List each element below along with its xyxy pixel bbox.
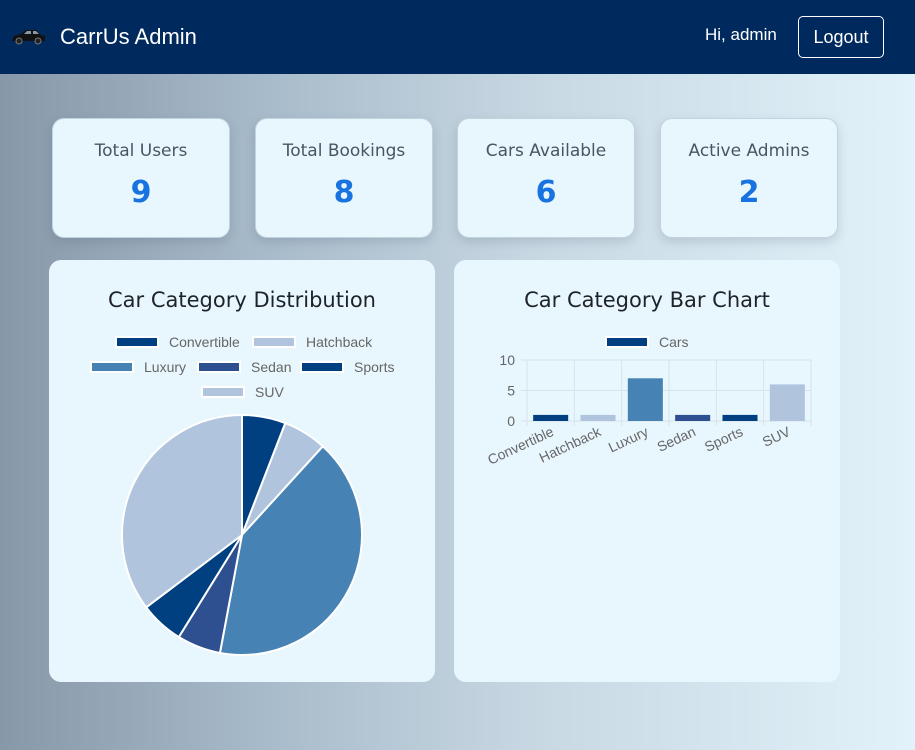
bar-suv: [769, 384, 805, 421]
y-tick-label: 10: [499, 352, 515, 368]
stat-card-cars-available: Cars Available 6: [457, 118, 635, 238]
legend-item-suv[interactable]: SUV: [201, 384, 284, 400]
x-tick-label: SUV: [760, 423, 793, 450]
legend-item-convertible[interactable]: Convertible: [115, 334, 240, 350]
car-icon: [12, 30, 45, 45]
legend-item-cars[interactable]: Cars: [605, 334, 689, 350]
bar-sedan: [675, 414, 711, 421]
stat-value: 2: [738, 175, 760, 210]
stat-value: 8: [333, 175, 355, 210]
legend-swatch: [90, 361, 134, 373]
stat-label: Total Bookings: [282, 141, 406, 161]
brand-title: CarrUs Admin: [60, 24, 197, 49]
logout-button[interactable]: Logout: [798, 16, 884, 58]
stat-card-total-bookings: Total Bookings 8: [255, 118, 433, 238]
legend-label: Cars: [659, 334, 689, 350]
stat-label: Active Admins: [688, 141, 810, 161]
legend-label: Sedan: [251, 359, 292, 375]
stat-label: Cars Available: [485, 141, 607, 161]
legend-item-hatchback[interactable]: Hatchback: [252, 334, 372, 350]
y-tick-label: 5: [507, 383, 515, 399]
legend-label: Convertible: [169, 334, 240, 350]
legend-label: Hatchback: [306, 334, 373, 350]
bar-chart: 1050ConvertibleHatchback Luxury Sedan Sport…: [485, 352, 812, 468]
stat-card-total-users: Total Users 9: [52, 118, 230, 238]
legend-label: SUV: [255, 384, 284, 400]
bar-chart-title: Car Category Bar Chart: [524, 288, 770, 312]
legend-swatch: [197, 361, 241, 373]
stat-label: Total Users: [94, 141, 188, 161]
legend-swatch: [115, 336, 159, 348]
bar-luxury: [627, 378, 663, 421]
legend-swatch: [605, 336, 649, 348]
legend-swatch: [252, 336, 296, 348]
legend-item-sedan[interactable]: Sedan: [197, 359, 291, 375]
x-tick-label: Sedan: [654, 423, 697, 455]
legend-swatch: [201, 386, 245, 398]
stat-card-active-admins: Active Admins 2: [660, 118, 838, 238]
bar-convertible: [533, 414, 569, 421]
top-navbar: CarrUs Admin Hi, admin Logout: [0, 0, 915, 74]
pie-chart-panel: Car Category Distribution Convertible Ha…: [49, 260, 435, 682]
x-tick-label: Sports: [702, 423, 745, 455]
stat-value: 6: [535, 175, 557, 210]
legend-label: Luxury: [144, 359, 187, 375]
bar-hatchback: [580, 414, 616, 421]
legend-label: Sports: [354, 359, 395, 375]
x-tick-label: Luxury: [606, 423, 651, 455]
legend-swatch: [300, 361, 344, 373]
bar-sports: [722, 414, 758, 421]
legend-item-luxury[interactable]: Luxury: [90, 359, 186, 375]
legend-item-sports[interactable]: Sports: [300, 359, 394, 375]
bar-chart-panel: Car Category Bar Chart Cars 10 5 0 Converti…: [454, 260, 840, 682]
brand[interactable]: CarrUs Admin: [10, 22, 197, 52]
stat-value: 9: [130, 175, 152, 210]
user-greeting: Hi, admin: [705, 25, 777, 44]
pie-chart: [121, 413, 363, 656]
pie-chart-title: Car Category Distribution: [108, 288, 376, 312]
y-tick-label: 0: [507, 413, 515, 429]
